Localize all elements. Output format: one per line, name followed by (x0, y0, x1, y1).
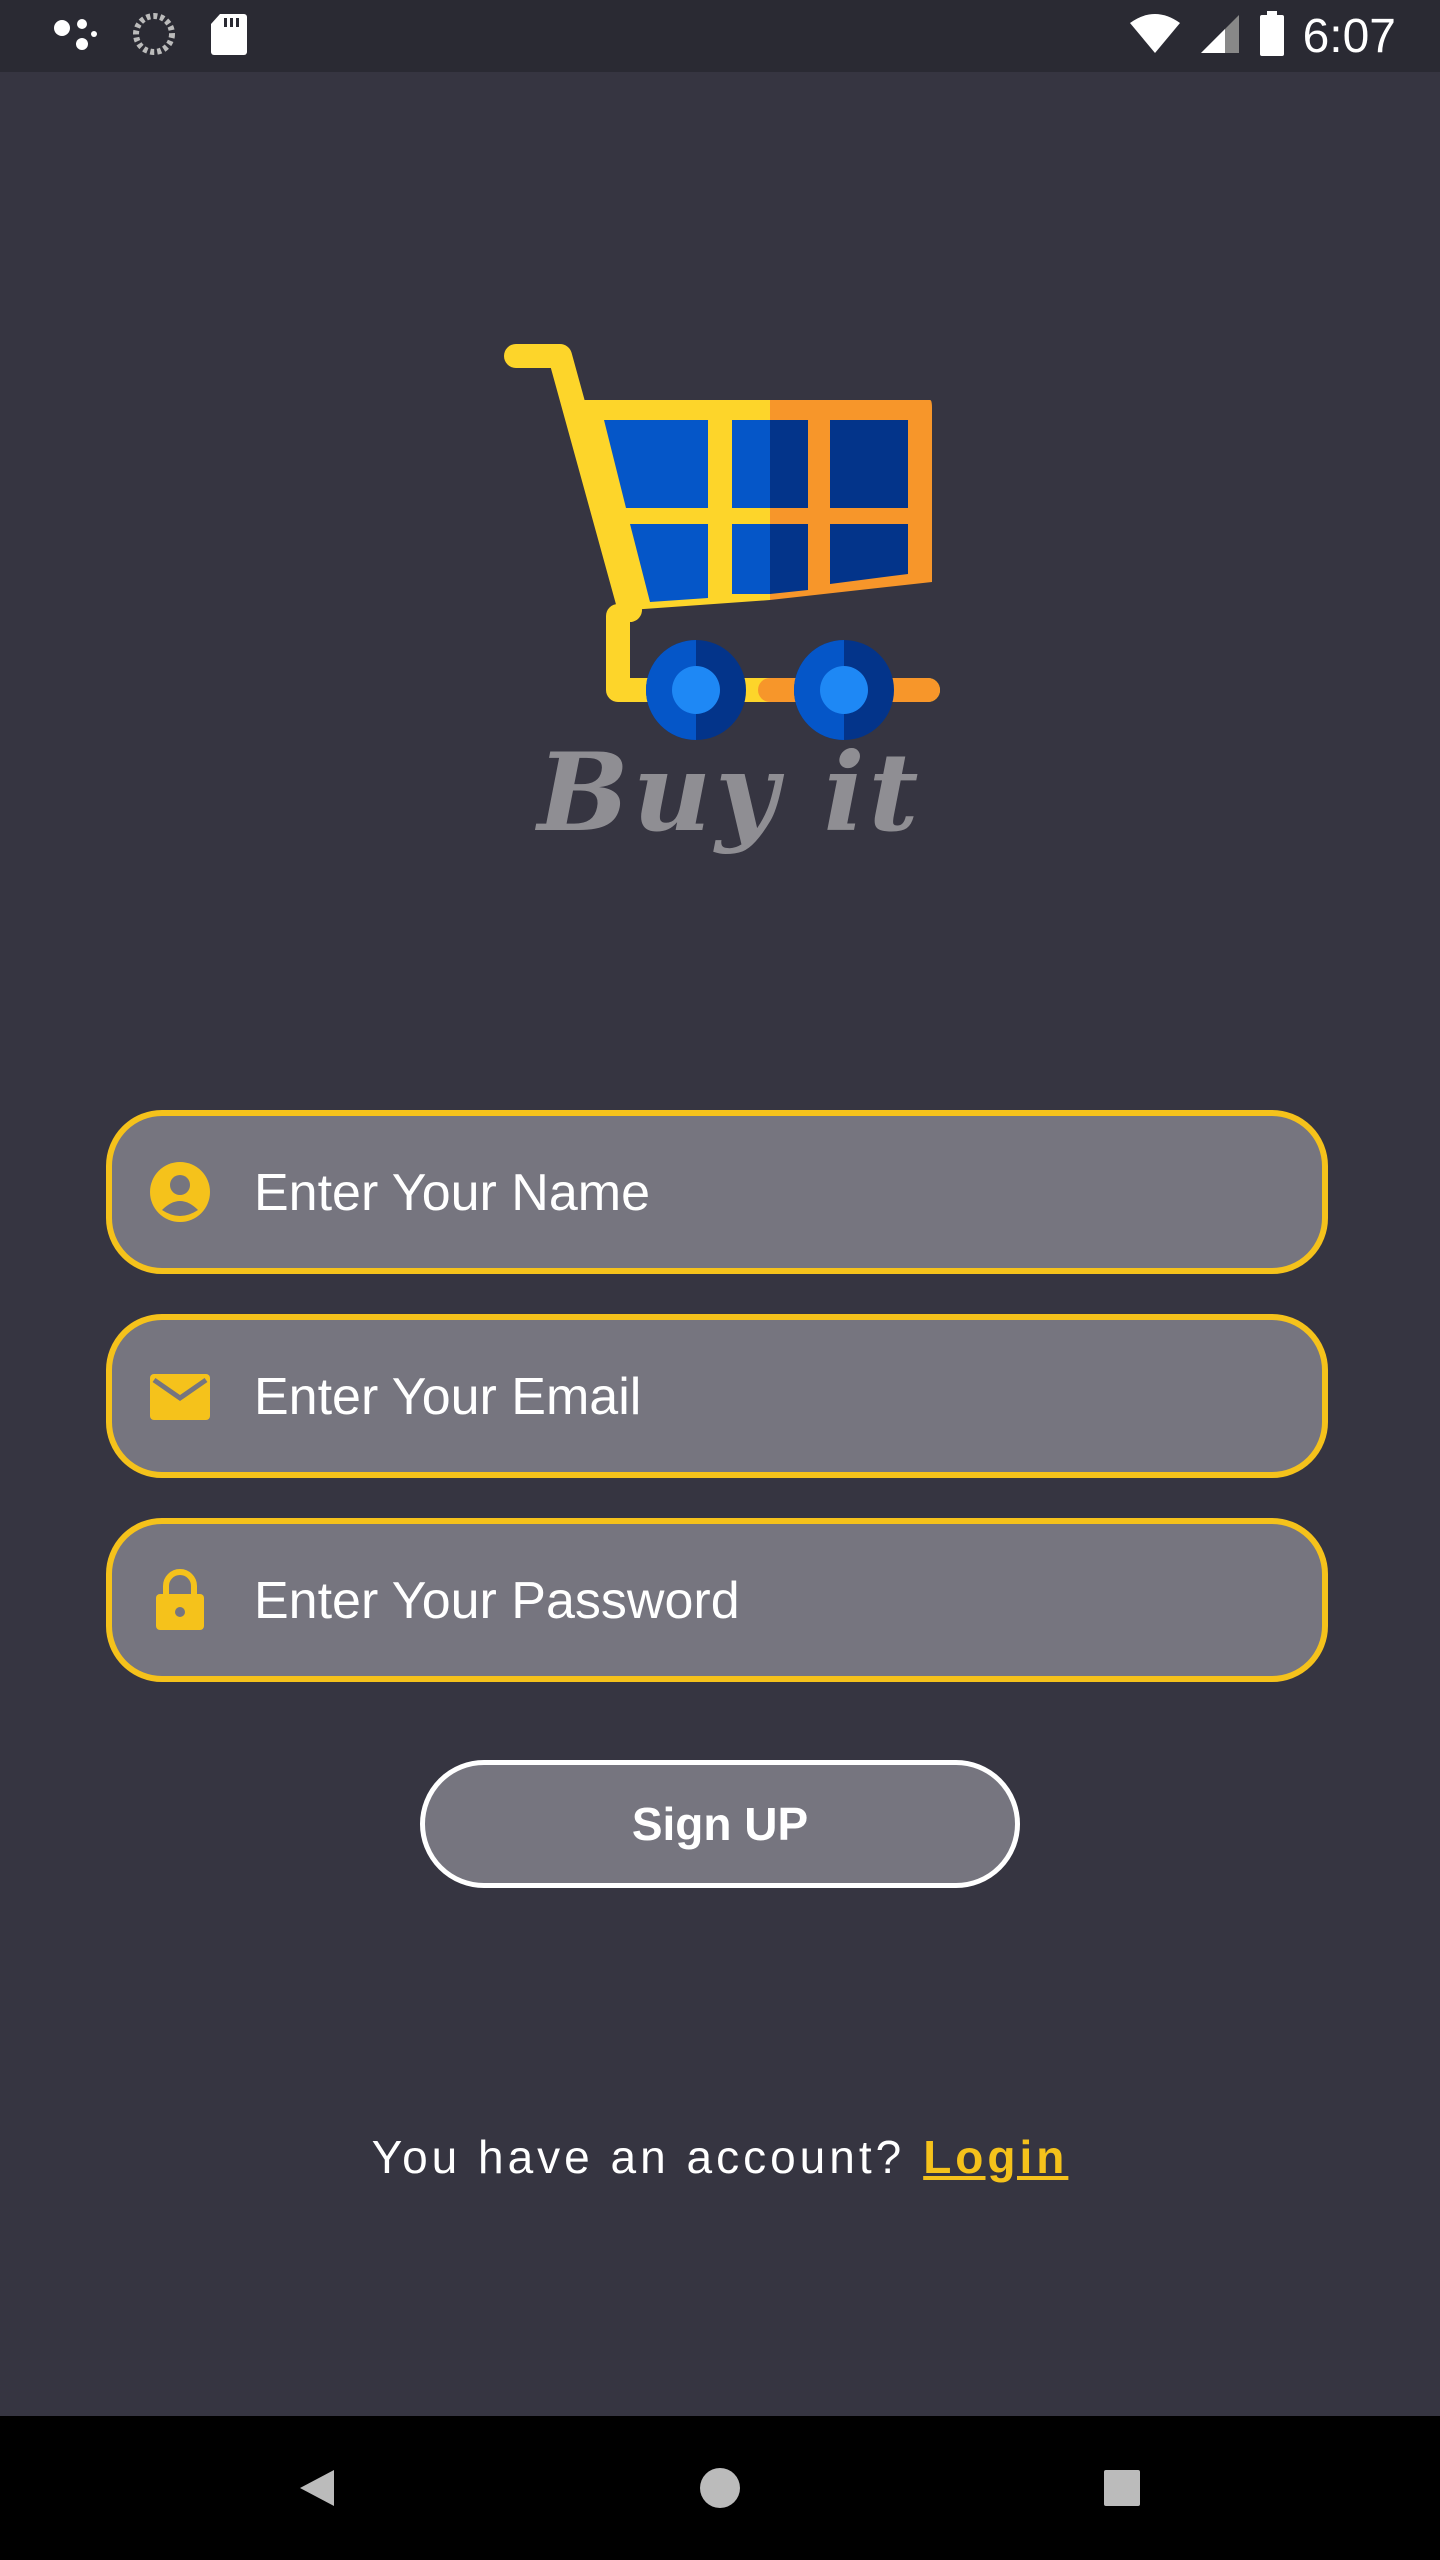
signup-button[interactable]: Sign UP (420, 1760, 1020, 1888)
email-field[interactable] (106, 1314, 1328, 1478)
home-icon (700, 2468, 740, 2508)
sd-card-icon (210, 12, 248, 61)
battery-icon (1259, 10, 1285, 62)
back-button[interactable] (284, 2456, 348, 2520)
password-input[interactable] (252, 1524, 1296, 1678)
sync-spinner-icon (132, 12, 176, 61)
login-link[interactable]: Login (923, 2131, 1068, 2183)
lock-icon (148, 1568, 212, 1632)
shopping-cart-logo (504, 344, 940, 740)
brand-name: Buy it (537, 730, 923, 856)
back-icon (300, 2470, 334, 2506)
assistant-dots-icon (52, 14, 98, 59)
email-input[interactable] (252, 1320, 1296, 1474)
account-prompt-row: You have an account? Login (0, 2130, 1440, 2184)
app-logo: Buy it (500, 330, 960, 900)
recents-button[interactable] (1090, 2456, 1154, 2520)
name-field[interactable] (106, 1110, 1328, 1274)
cell-signal-icon (1199, 13, 1241, 60)
account-prompt-text: You have an account? (371, 2131, 906, 2183)
navigation-bar (0, 2416, 1440, 2560)
account-circle-icon (148, 1160, 212, 1224)
status-bar: 6:07 (0, 0, 1440, 72)
home-button[interactable] (688, 2456, 752, 2520)
password-field[interactable] (106, 1518, 1328, 1682)
status-time: 6:07 (1302, 9, 1396, 63)
mail-icon (148, 1364, 212, 1428)
wifi-icon (1129, 13, 1181, 60)
name-input[interactable] (252, 1116, 1296, 1270)
recents-icon (1104, 2470, 1140, 2506)
